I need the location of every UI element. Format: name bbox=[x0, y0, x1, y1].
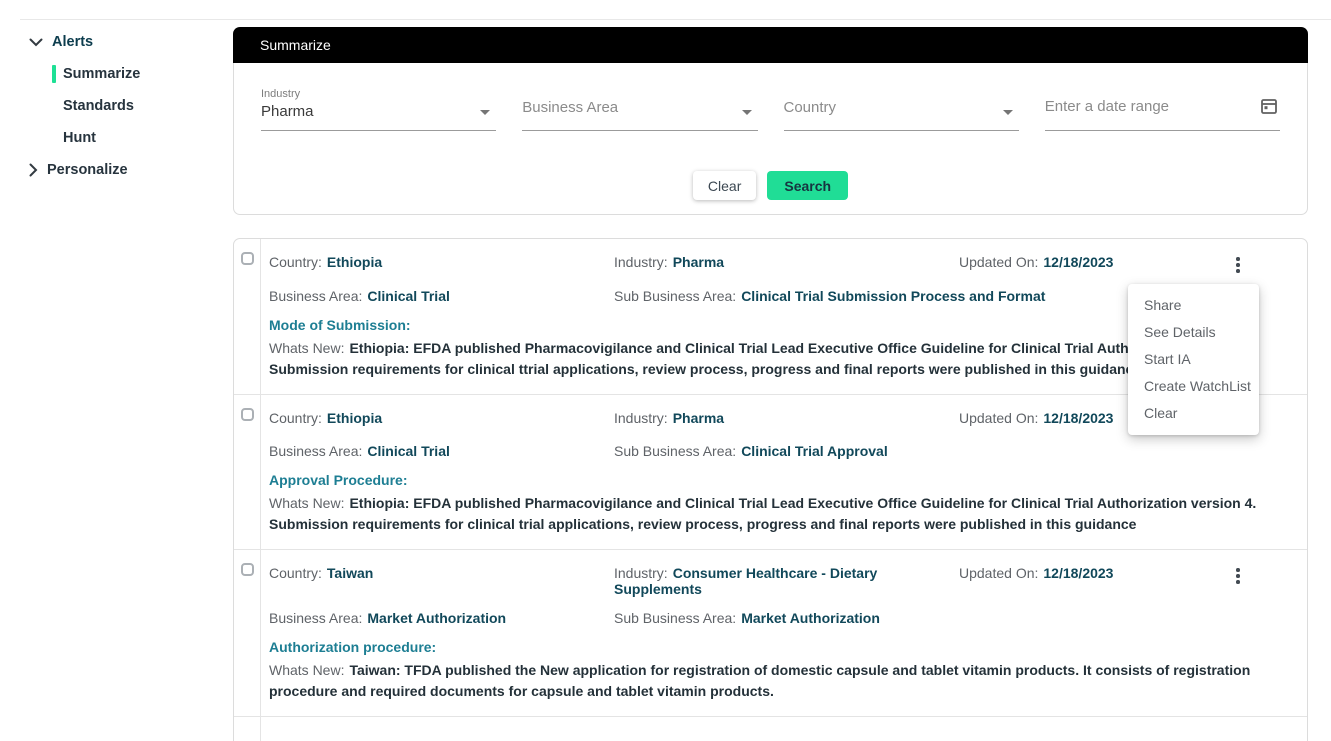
sidebar-item-summarize[interactable]: Summarize bbox=[0, 58, 233, 90]
panel-title: Summarize bbox=[233, 27, 1308, 63]
calendar-icon[interactable] bbox=[1260, 97, 1278, 120]
date-range-field[interactable] bbox=[1044, 85, 1280, 131]
alert-card: Country: Taiwan Industry: Consumer Healthc… bbox=[234, 550, 1307, 717]
country-value: Taiwan bbox=[326, 565, 374, 581]
sidebar-item-label: Alerts bbox=[52, 34, 94, 50]
whats-new-label: Whats New: bbox=[269, 662, 345, 678]
sub-business-area-label: Sub Business Area: bbox=[614, 287, 737, 304]
sidebar-item-label: Summarize bbox=[63, 66, 141, 82]
chevron-down-icon bbox=[29, 38, 43, 47]
country-label: Country: bbox=[269, 409, 322, 426]
select-checkbox[interactable] bbox=[240, 563, 254, 576]
menu-item-clear[interactable]: Clear bbox=[1128, 400, 1259, 427]
business-area-value: Clinical Trial bbox=[367, 287, 450, 304]
card-context-menu: Share See Details Start IA Create WatchL… bbox=[1128, 284, 1259, 435]
summarize-panel: Summarize Industry Pharma Business Area … bbox=[233, 27, 1308, 215]
alert-topic-heading: Approval Procedure: bbox=[269, 472, 408, 488]
industry-value: Pharma bbox=[672, 254, 725, 270]
country-label: Country: bbox=[269, 565, 322, 581]
search-button[interactable]: Search bbox=[767, 171, 849, 200]
industry-value: Pharma bbox=[672, 409, 725, 426]
updated-on-label: Updated On: bbox=[959, 254, 1039, 270]
whats-new-text: Ethiopia: EFDA published Pharmacovigilan… bbox=[269, 339, 1257, 377]
clear-button[interactable]: Clear bbox=[692, 171, 757, 200]
checkbox-cell bbox=[234, 394, 261, 549]
sub-business-area-value: Clinical Trial Submission Process and Fo… bbox=[741, 287, 1046, 304]
country-select[interactable]: Country bbox=[783, 85, 1019, 131]
country-value: Ethiopia bbox=[326, 254, 383, 270]
chevron-right-icon bbox=[29, 163, 38, 177]
industry-label: Industry: bbox=[614, 565, 668, 581]
whats-new-label: Whats New: bbox=[269, 495, 345, 511]
filter-form: Industry Pharma Business Area Country En… bbox=[233, 63, 1308, 215]
industry-label: Industry: bbox=[614, 409, 668, 426]
checkbox-cell bbox=[234, 550, 261, 716]
sub-business-area-label: Sub Business Area: bbox=[614, 610, 737, 626]
whats-new-label: Whats New: bbox=[269, 339, 345, 356]
business-area-placeholder: Business Area bbox=[522, 99, 619, 116]
business-area-select[interactable]: Business Area bbox=[522, 85, 758, 131]
checkbox-cell bbox=[234, 239, 261, 394]
more-options-icon[interactable] bbox=[1230, 566, 1246, 586]
industry-label: Industry bbox=[261, 88, 301, 100]
sidebar-item-label: Hunt bbox=[63, 130, 97, 146]
select-checkbox[interactable] bbox=[240, 252, 254, 265]
updated-on-label: Updated On: bbox=[959, 565, 1039, 581]
sidebar-item-alerts[interactable]: Alerts bbox=[0, 26, 233, 58]
updated-on-value: 12/18/2023 bbox=[1043, 565, 1114, 581]
country-placeholder: Country bbox=[783, 99, 837, 116]
updated-on-value: 12/18/2023 bbox=[1043, 254, 1114, 270]
industry-label: Industry: bbox=[614, 254, 668, 270]
industry-value: Pharma bbox=[261, 103, 314, 120]
whats-new-text: Taiwan: TFDA published the New applicati… bbox=[269, 662, 1251, 699]
more-options-icon[interactable] bbox=[1230, 255, 1246, 275]
sidebar-item-label: Personalize bbox=[47, 162, 128, 178]
business-area-label: Business Area: bbox=[269, 287, 363, 304]
sub-business-area-value: Market Authorization bbox=[741, 610, 880, 626]
alert-card-content: Country: Taiwan Industry: Consumer Healthc… bbox=[261, 550, 1307, 716]
alert-topic-heading: Authorization procedure: bbox=[269, 639, 437, 655]
select-checkbox[interactable] bbox=[240, 407, 254, 421]
whats-new-text: Ethiopia: EFDA published Pharmacovigilan… bbox=[269, 495, 1257, 532]
menu-item-share[interactable]: Share bbox=[1128, 292, 1259, 319]
business-area-value: Market Authorization bbox=[367, 610, 507, 626]
menu-item-create-watchlist[interactable]: Create WatchList bbox=[1128, 373, 1259, 400]
chevron-down-icon bbox=[480, 110, 491, 115]
menu-item-start-ia[interactable]: Start IA bbox=[1128, 346, 1259, 373]
industry-select[interactable]: Industry Pharma bbox=[261, 85, 497, 131]
sidebar-item-personalize[interactable]: Personalize bbox=[0, 154, 233, 186]
sidebar: Alerts Summarize Standards Hunt Personal… bbox=[0, 20, 233, 186]
country-value: Ethiopia bbox=[326, 409, 383, 426]
sidebar-item-hunt[interactable]: Hunt bbox=[0, 122, 233, 154]
sidebar-item-standards[interactable]: Standards bbox=[0, 90, 233, 122]
country-label: Country: bbox=[269, 254, 322, 270]
selected-indicator bbox=[52, 65, 56, 83]
sub-business-area-label: Sub Business Area: bbox=[614, 443, 737, 459]
menu-item-see-details[interactable]: See Details bbox=[1128, 319, 1259, 346]
sidebar-item-label: Standards bbox=[63, 98, 134, 114]
chevron-down-icon bbox=[741, 110, 752, 115]
date-range-input[interactable] bbox=[1044, 85, 1245, 115]
business-area-label: Business Area: bbox=[269, 443, 363, 459]
alert-card bbox=[234, 717, 1307, 741]
checkbox-cell bbox=[234, 717, 261, 741]
business-area-value: Clinical Trial bbox=[367, 443, 450, 459]
business-area-label: Business Area: bbox=[269, 610, 363, 626]
sub-business-area-value: Clinical Trial Approval bbox=[741, 443, 888, 459]
chevron-down-icon bbox=[1002, 110, 1013, 115]
updated-on-value: 12/18/2023 bbox=[1043, 409, 1114, 426]
updated-on-label: Updated On: bbox=[959, 409, 1039, 426]
